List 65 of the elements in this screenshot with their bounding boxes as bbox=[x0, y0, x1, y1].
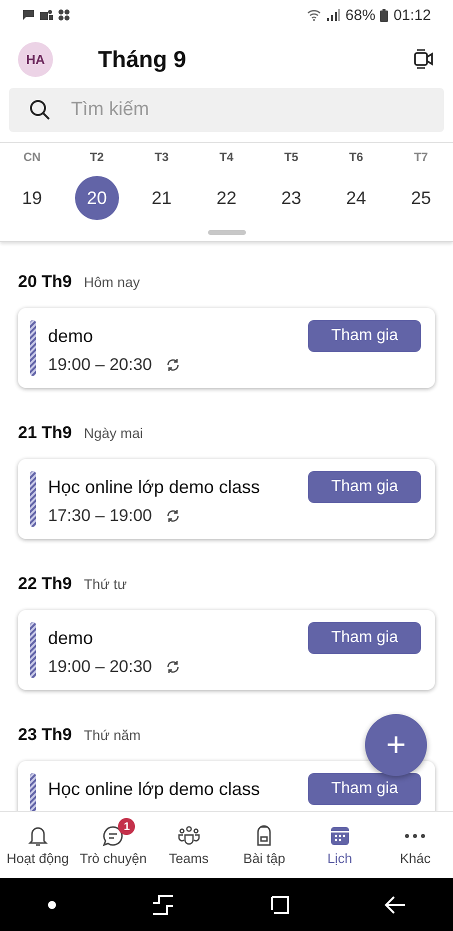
event-stripe-icon bbox=[30, 471, 36, 527]
avatar[interactable]: HA bbox=[18, 42, 53, 76]
date-button[interactable]: 24 bbox=[334, 176, 378, 220]
join-button[interactable]: Tham gia bbox=[308, 320, 421, 352]
day-heading: 21 Th9 bbox=[18, 423, 72, 443]
event-title: Học online lớp demo class bbox=[48, 779, 261, 800]
event-card[interactable]: Học online lớp demo class 17:30 – 19:00 Tham gia bbox=[18, 459, 435, 539]
signal-icon bbox=[326, 9, 340, 21]
weekday-label: T4 bbox=[219, 150, 234, 164]
join-button[interactable]: Tham gia bbox=[308, 773, 421, 805]
month-title: Tháng 9 bbox=[98, 46, 188, 72]
chat-icon bbox=[101, 824, 126, 848]
date-button[interactable]: 21 bbox=[140, 176, 184, 220]
search-field[interactable]: Tìm kiếm bbox=[9, 88, 444, 132]
date-button[interactable]: 23 bbox=[269, 176, 314, 220]
clock: 01:12 bbox=[393, 6, 431, 24]
home-icon[interactable] bbox=[270, 894, 290, 914]
event-time: 17:30 – 19:00 bbox=[48, 506, 152, 526]
day-note: Thứ năm bbox=[84, 727, 141, 743]
event-title: Học online lớp demo class bbox=[48, 477, 261, 498]
date-button[interactable]: 19 bbox=[10, 176, 54, 220]
message-icon bbox=[22, 9, 35, 21]
wifi-icon bbox=[307, 9, 322, 21]
battery-icon bbox=[380, 8, 388, 22]
nav-tab[interactable]: Lịch bbox=[302, 812, 378, 878]
event-stripe-icon bbox=[30, 622, 36, 678]
apps-icon bbox=[58, 9, 70, 21]
back-icon[interactable] bbox=[384, 894, 406, 914]
dot-icon[interactable] bbox=[47, 900, 58, 910]
nav-tab[interactable]: Hoạt động bbox=[0, 812, 76, 878]
drag-handle[interactable] bbox=[208, 230, 246, 235]
day-note: Ngày mai bbox=[84, 425, 143, 441]
event-title: demo bbox=[48, 326, 94, 347]
day-heading: 23 Th9 bbox=[18, 725, 72, 745]
day-heading: 20 Th9 bbox=[18, 272, 72, 292]
event-stripe-icon bbox=[30, 320, 36, 376]
event-card[interactable]: demo 19:00 – 20:30 Tham gia bbox=[18, 610, 435, 690]
video-call-icon[interactable] bbox=[413, 48, 435, 70]
weekday-label: T6 bbox=[349, 150, 364, 164]
nav-tab[interactable]: Bài tập bbox=[226, 812, 302, 878]
more-icon bbox=[405, 834, 426, 838]
date-button[interactable]: 22 bbox=[204, 176, 248, 220]
weekday-label: T5 bbox=[284, 150, 298, 164]
add-button[interactable]: + bbox=[365, 714, 427, 776]
teams-app-icon bbox=[40, 9, 53, 21]
event-time: 19:00 – 20:30 bbox=[48, 355, 152, 375]
weekday-label: T7 bbox=[414, 150, 428, 164]
date-button[interactable]: 20 bbox=[74, 176, 119, 220]
day-note: Hôm nay bbox=[84, 274, 140, 290]
day-note: Thứ tư bbox=[84, 576, 127, 592]
unread-badge: 1 bbox=[118, 818, 136, 835]
weekday-label: T2 bbox=[90, 150, 104, 164]
nav-tab[interactable]: 1 Trò chuyện bbox=[76, 812, 151, 878]
date-button[interactable]: 25 bbox=[398, 176, 443, 220]
join-button[interactable]: Tham gia bbox=[308, 622, 421, 654]
battery-level: 68% bbox=[345, 6, 376, 24]
event-card[interactable]: demo 19:00 – 20:30 Tham gia bbox=[18, 308, 435, 388]
event-title: demo bbox=[48, 628, 94, 649]
join-button[interactable]: Tham gia bbox=[308, 471, 421, 503]
weekday-label: CN bbox=[23, 150, 41, 164]
nav-tab[interactable]: Khác bbox=[378, 812, 453, 878]
weekday-label: T3 bbox=[154, 150, 169, 164]
nav-tab[interactable]: Teams bbox=[151, 812, 226, 878]
day-heading: 22 Th9 bbox=[18, 574, 72, 594]
event-time: 19:00 – 20:30 bbox=[48, 657, 152, 677]
